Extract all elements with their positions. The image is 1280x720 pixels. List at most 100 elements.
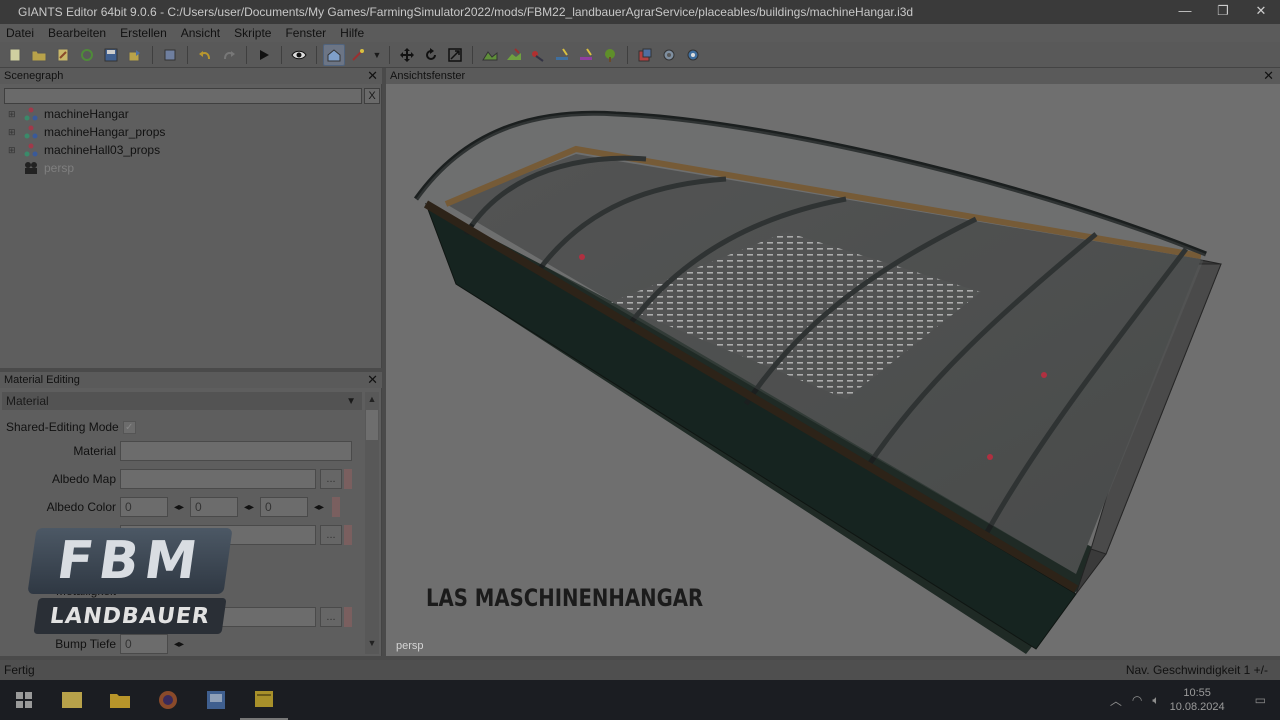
restore-button[interactable]: ❐ — [1214, 3, 1232, 19]
tree-item-label: machineHangar — [44, 107, 129, 121]
spin-arrows-icon[interactable]: ◂▸ — [308, 497, 330, 517]
albedo-color-r-field[interactable]: 0 — [120, 497, 168, 517]
foliage-paint-icon[interactable] — [527, 44, 549, 66]
taskbar-app-firefox[interactable] — [144, 680, 192, 720]
close-button[interactable]: ✕ — [1252, 3, 1270, 19]
menu-skripte[interactable]: Skripte — [234, 26, 271, 40]
open-folder-icon[interactable] — [28, 44, 50, 66]
chevron-down-icon[interactable]: ▼ — [346, 396, 356, 407]
network-icon[interactable]: ◠ — [1132, 693, 1142, 707]
3d-viewport[interactable]: LAS MASCHINENHANGAR persp — [386, 84, 1280, 656]
menu-hilfe[interactable]: Hilfe — [340, 26, 364, 40]
redo-icon[interactable] — [218, 44, 240, 66]
expand-icon[interactable]: ⊞ — [8, 145, 18, 156]
normal-map-clear-button[interactable] — [344, 607, 352, 627]
shared-editing-label: Shared-Editing Mode — [6, 420, 119, 434]
toolbar-separator — [627, 45, 628, 64]
tree-item[interactable]: ⊞ machineHangar_props — [8, 123, 165, 141]
chevron-down-icon[interactable]: ▼ — [371, 44, 383, 66]
close-icon[interactable]: ✕ — [1263, 68, 1274, 84]
start-button[interactable] — [0, 680, 48, 720]
rotate-icon[interactable] — [420, 44, 442, 66]
menu-erstellen[interactable]: Erstellen — [120, 26, 167, 40]
play-icon[interactable] — [253, 44, 275, 66]
taskbar-app-editor[interactable] — [192, 680, 240, 720]
terrain-sculpt-icon[interactable] — [479, 44, 501, 66]
expand-icon[interactable]: ⊞ — [8, 127, 18, 138]
gear-icon[interactable] — [658, 44, 680, 66]
clear-filter-button[interactable]: X — [364, 88, 380, 104]
scroll-down-icon[interactable]: ▼ — [365, 638, 379, 652]
tree-item[interactable]: ⊞ machineHangar — [8, 105, 129, 123]
gear-settings-icon[interactable] — [682, 44, 704, 66]
move-icon[interactable] — [396, 44, 418, 66]
gloss-map-clear-button[interactable] — [344, 525, 352, 545]
toolbar: ▼ — [0, 42, 1280, 68]
albedo-map-browse-button[interactable]: ... — [320, 469, 342, 489]
windows-taskbar: ︿ ◠ 🔈︎ 10:55 10.08.2024 ▭ — [0, 680, 1280, 720]
material-field[interactable] — [120, 441, 352, 461]
taskbar-app-notes[interactable] — [48, 680, 96, 720]
home-icon[interactable] — [323, 43, 345, 66]
spin-arrows-icon[interactable]: ◂▸ — [238, 497, 260, 517]
shared-editing-checkbox[interactable]: ✓ — [122, 420, 136, 434]
tree-item[interactable]: ⊞ machineHall03_props — [8, 141, 160, 159]
spin-arrows-icon[interactable]: ◂▸ — [168, 497, 190, 517]
camera-label: persp — [396, 640, 424, 652]
import-icon[interactable] — [159, 44, 181, 66]
eye-icon[interactable] — [288, 44, 310, 66]
new-file-icon[interactable] — [4, 44, 26, 66]
tree-item[interactable]: persp — [8, 159, 74, 177]
terrain-paint-icon[interactable] — [503, 44, 525, 66]
menu-datei[interactable]: Datei — [6, 26, 34, 40]
normal-map-browse-button[interactable]: ... — [320, 607, 342, 627]
density-paint-icon[interactable] — [551, 44, 573, 66]
viewport-title: Ansichtsfenster — [390, 70, 466, 82]
albedo-color-b-field[interactable]: 0 — [260, 497, 308, 517]
volume-icon[interactable]: 🔈︎ — [1152, 693, 1159, 708]
vertex-paint-icon[interactable] — [575, 44, 597, 66]
menu-ansicht[interactable]: Ansicht — [181, 26, 220, 40]
toolbar-separator — [281, 45, 282, 64]
close-icon[interactable]: ✕ — [367, 372, 378, 388]
hangar-caption: LAS MASCHINENHANGAR — [426, 584, 704, 612]
camera-icon — [24, 161, 38, 175]
windows-logo-icon — [16, 692, 32, 708]
scenegraph-filter-input[interactable] — [4, 88, 362, 104]
albedo-color-g-field[interactable]: 0 — [190, 497, 238, 517]
system-tray: ︿ ◠ 🔈︎ 10:55 10.08.2024 ▭ — [1110, 680, 1280, 720]
clock[interactable]: 10:55 10.08.2024 — [1170, 686, 1225, 714]
export-icon[interactable] — [124, 44, 146, 66]
material-scrollbar[interactable]: ▲ ▼ — [365, 392, 379, 654]
taskbar-app-files[interactable] — [240, 680, 288, 720]
expand-icon[interactable]: ⊞ — [8, 109, 18, 120]
menu-bearbeiten[interactable]: Bearbeiten — [48, 26, 106, 40]
menu-fenster[interactable]: Fenster — [285, 26, 326, 40]
toolbar-separator — [389, 45, 390, 64]
albedo-map-field[interactable] — [120, 469, 316, 489]
scroll-up-icon[interactable]: ▲ — [365, 394, 379, 408]
gloss-map-browse-button[interactable]: ... — [320, 525, 342, 545]
scrollbar-thumb[interactable] — [366, 410, 378, 440]
minimize-button[interactable]: — — [1176, 3, 1194, 19]
notification-icon[interactable]: ▭ — [1255, 693, 1266, 707]
transform-group-icon — [24, 143, 38, 157]
albedo-color-label: Albedo Color — [46, 500, 116, 514]
close-icon[interactable]: ✕ — [367, 68, 378, 84]
taskbar-app-explorer[interactable] — [96, 680, 144, 720]
wand-icon[interactable] — [347, 44, 369, 66]
cube-tool-icon[interactable] — [634, 44, 656, 66]
chevron-up-icon[interactable]: ︿ — [1110, 692, 1122, 709]
undo-icon[interactable] — [194, 44, 216, 66]
reload-icon[interactable] — [76, 44, 98, 66]
transform-group-icon — [24, 125, 38, 139]
albedo-color-picker[interactable] — [332, 497, 340, 517]
clock-time: 10:55 — [1183, 687, 1211, 699]
material-section-header[interactable]: Material ▼ — [2, 392, 362, 410]
albedo-map-clear-button[interactable] — [344, 469, 352, 489]
edit-file-icon[interactable] — [52, 44, 74, 66]
sticky-notes-icon — [62, 692, 82, 708]
scale-icon[interactable] — [444, 44, 466, 66]
tree-icon[interactable] — [599, 44, 621, 66]
save-icon[interactable] — [100, 44, 122, 66]
